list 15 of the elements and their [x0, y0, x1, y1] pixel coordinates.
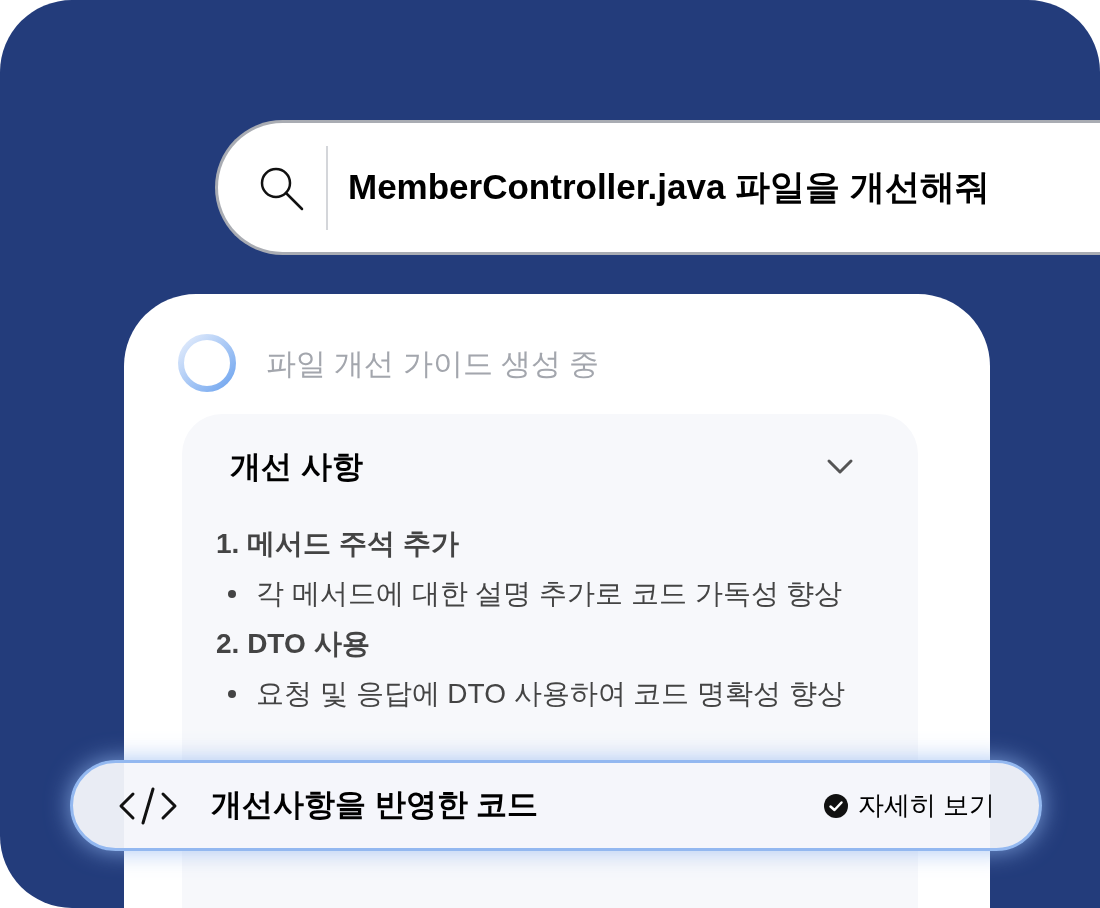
code-icon [117, 785, 179, 826]
bullet-text: 요청 및 응답에 DTO 사용하여 코드 명확성 향상 [256, 676, 846, 711]
bullet-text: 각 메서드에 대한 설명 추가로 코드 가독성 향상 [256, 576, 843, 611]
item-heading: 1. 메서드 주석 추가 [216, 526, 460, 561]
result-bar[interactable]: 개선사항을 반영한 코드 자세히 보기 [70, 760, 1042, 851]
result-title: 개선사항을 반영한 코드 [211, 786, 539, 825]
bullet-icon [228, 589, 236, 598]
panel-title: 개선 사항 [230, 448, 363, 486]
item-heading: 2. DTO 사용 [216, 626, 371, 661]
details-link[interactable]: 자세히 보기 [857, 786, 995, 825]
search-query: MemberController.java 파일을 개선해줘 [348, 166, 990, 209]
bullet-icon [228, 689, 236, 698]
check-circle-icon [823, 793, 848, 818]
search-field[interactable]: MemberController.java 파일을 개선해줘 [215, 120, 1100, 255]
status-text: 파일 개선 가이드 생성 중 [266, 345, 600, 382]
